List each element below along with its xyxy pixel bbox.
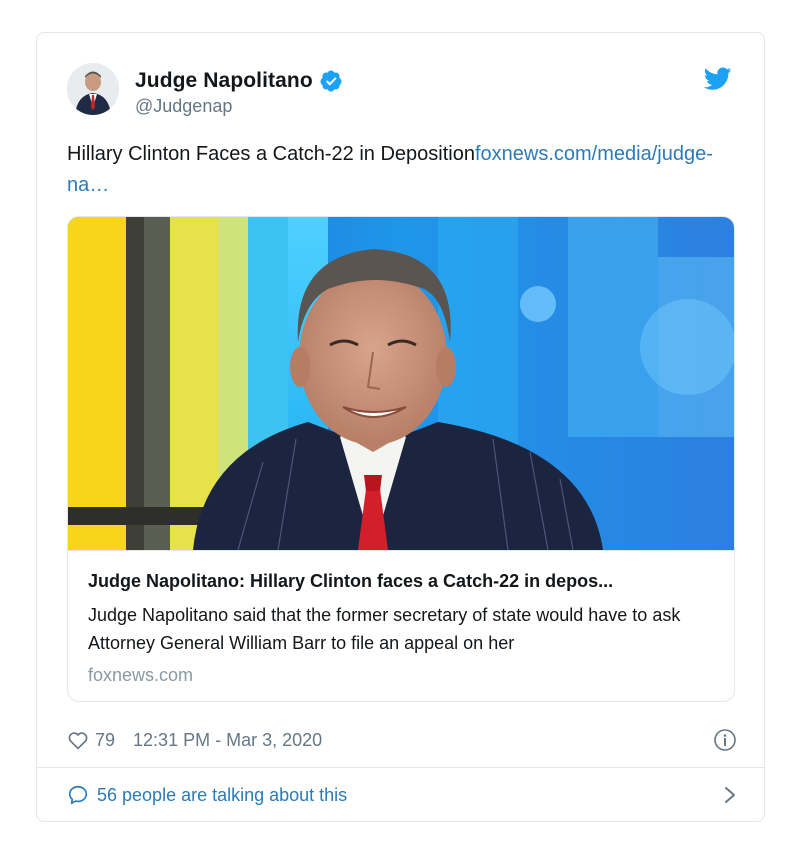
heart-icon[interactable] [67,729,89,751]
info-icon[interactable] [713,728,737,752]
avatar-image [67,63,119,115]
like-count[interactable]: 79 [95,730,115,751]
link-preview-card[interactable]: Judge Napolitano: Hillary Clinton faces … [67,216,735,702]
chevron-right-icon[interactable] [723,785,737,805]
author-display-name[interactable]: Judge Napolitano [135,69,313,93]
tweet-timestamp[interactable]: 12:31 PM - Mar 3, 2020 [133,730,322,751]
author-name-row: Judge Napolitano [135,69,343,93]
conversation-link-row[interactable]: 56 people are talking about this [67,780,737,810]
link-preview-description: Judge Napolitano said that the former se… [88,605,681,653]
conversation-count-text[interactable]: 56 people are talking about this [97,785,347,806]
link-preview-image [68,217,734,550]
verified-badge-icon [320,70,342,92]
embedded-tweet-card[interactable]: Judge Napolitano @Judgenap Hillary Clint… [36,32,765,822]
link-preview-domain: foxnews.com [88,665,194,685]
author-handle[interactable]: @Judgenap [135,96,232,117]
tweet-meta-row: 79 12:31 PM - Mar 3, 2020 [67,725,737,755]
link-preview-body: Judge Napolitano: Hillary Clinton faces … [68,550,734,701]
tweet-text-body: Hillary Clinton Faces a Catch-22 in Depo… [67,143,475,165]
twitter-bird-icon[interactable] [704,67,732,91]
speech-bubble-icon [68,785,88,805]
tweet-text: Hillary Clinton Faces a Catch-22 in Depo… [67,139,717,201]
tweet-header: Judge Napolitano @Judgenap [37,33,764,143]
avatar[interactable] [67,63,119,115]
divider [37,767,764,768]
link-preview-title[interactable]: Judge Napolitano: Hillary Clinton faces … [88,571,718,592]
